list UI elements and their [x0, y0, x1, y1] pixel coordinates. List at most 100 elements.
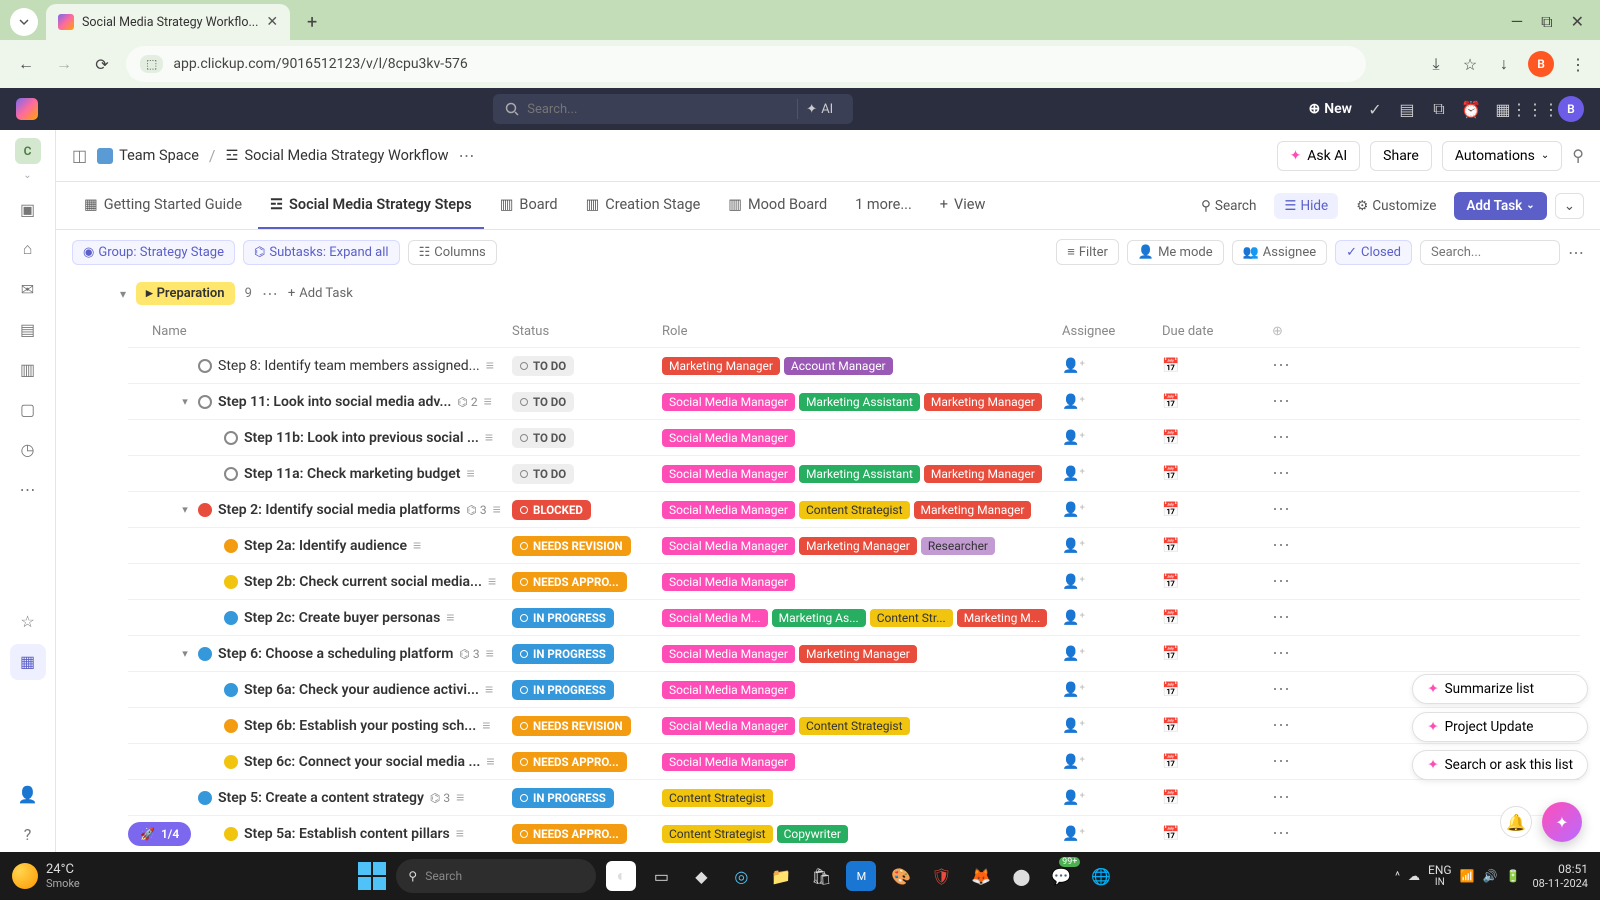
app-icon[interactable]: M [846, 861, 876, 891]
status-pill[interactable]: IN PROGRESS [512, 680, 614, 700]
apps-icon[interactable]: ⋮⋮⋮ [1526, 100, 1544, 118]
role-tag[interactable]: Social Media Manager [662, 537, 795, 555]
checkmark-icon[interactable]: ✓ [1366, 100, 1384, 118]
row-handle-icon[interactable]: ≡ [493, 501, 501, 518]
col-role[interactable]: Role [662, 324, 1062, 339]
due-date-icon[interactable]: 📅 [1162, 358, 1179, 374]
status-pill[interactable]: NEEDS REVISION [512, 716, 631, 736]
breadcrumb-space[interactable]: Team Space [97, 147, 199, 164]
assignee-add-icon[interactable]: 👤⁺ [1062, 682, 1085, 698]
share-button[interactable]: Share [1370, 141, 1432, 171]
add-task-button[interactable]: Add Task ⌄ [1454, 192, 1546, 220]
status-pill[interactable]: TO DO [512, 392, 574, 412]
task-row[interactable]: ▾Step 11: Look into social media adv...⌬… [128, 383, 1580, 419]
onboarding-progress[interactable]: 🚀 1/4 [128, 822, 191, 846]
view-options-icon[interactable]: ⌄ [1555, 193, 1584, 219]
browser-menu-icon[interactable]: ⋮ [1568, 54, 1588, 74]
role-tag[interactable]: Content Strategist [799, 501, 910, 519]
due-date-icon[interactable]: 📅 [1162, 790, 1179, 806]
ask-ai-button[interactable]: ✦Ask AI [1277, 141, 1361, 171]
role-tag[interactable]: Marketing As... [772, 609, 866, 627]
more-icon[interactable]: ⋯ [10, 471, 46, 507]
filter-search-input[interactable] [1420, 240, 1560, 265]
assignee-add-icon[interactable]: 👤⁺ [1062, 646, 1085, 662]
row-menu-icon[interactable]: ⋯ [1272, 427, 1290, 448]
tab-list-dropdown[interactable] [10, 8, 38, 36]
row-handle-icon[interactable]: ≡ [467, 465, 475, 482]
explorer-icon[interactable]: 📁 [766, 861, 796, 891]
assignee-add-icon[interactable]: 👤⁺ [1062, 826, 1085, 842]
customize-button[interactable]: ⚙ Customize [1346, 193, 1446, 219]
browser-tab[interactable]: Social Media Strategy Workflo... ✕ [46, 4, 290, 40]
status-pill[interactable]: BLOCKED [512, 500, 591, 520]
due-date-icon[interactable]: 📅 [1162, 394, 1179, 410]
quick-create-fab[interactable]: ✦ [1542, 802, 1582, 842]
view-menu-icon[interactable]: ⋯ [1568, 243, 1584, 262]
firefox-icon[interactable]: 🦊 [966, 861, 996, 891]
due-date-icon[interactable]: 📅 [1162, 826, 1179, 842]
chrome-icon[interactable]: ⬤ [1006, 861, 1036, 891]
workspace-switcher[interactable]: C [15, 138, 41, 164]
task-row[interactable]: ▾Step 6: Choose a scheduling platform⌬ 3… [128, 635, 1580, 671]
status-dot-icon[interactable] [198, 503, 212, 517]
row-menu-icon[interactable]: ⋯ [1272, 607, 1290, 628]
task-title[interactable]: Step 2c: Create buyer personas [244, 610, 440, 626]
task-row[interactable]: ▾Step 2a: Identify audience≡NEEDS REVISI… [128, 527, 1580, 563]
panel-toggle-icon[interactable]: ◫ [72, 146, 87, 165]
close-window-button[interactable]: ✕ [1571, 12, 1584, 32]
clips-icon[interactable]: ▢ [10, 391, 46, 427]
role-tag[interactable]: Social Media Manager [662, 393, 795, 411]
col-due[interactable]: Due date [1162, 324, 1272, 339]
role-tag[interactable]: Social Media Manager [662, 681, 795, 699]
group-status-badge[interactable]: ▸Preparation [136, 282, 235, 305]
closed-filter[interactable]: ✓ Closed [1335, 240, 1412, 265]
project-update-button[interactable]: ✦Project Update [1412, 712, 1588, 742]
due-date-icon[interactable]: 📅 [1162, 646, 1179, 662]
due-date-icon[interactable]: 📅 [1162, 466, 1179, 482]
hide-button[interactable]: ☰ Hide [1274, 193, 1338, 219]
assignee-add-icon[interactable]: 👤⁺ [1062, 466, 1085, 482]
task-title[interactable]: Step 11b: Look into previous social ... [244, 430, 479, 446]
clickup-logo-icon[interactable] [16, 98, 38, 120]
task-title[interactable]: Step 6a: Check your audience activi... [244, 682, 479, 698]
status-dot-icon[interactable] [198, 395, 212, 409]
assignee-add-icon[interactable]: 👤⁺ [1062, 502, 1085, 518]
bookmark-icon[interactable]: ☆ [1460, 54, 1480, 74]
record-icon[interactable]: ⧉ [1430, 100, 1448, 118]
assignee-add-icon[interactable]: 👤⁺ [1062, 610, 1085, 626]
role-tag[interactable]: Content Strategist [799, 717, 910, 735]
spaces-icon[interactable]: ▦ [10, 644, 46, 680]
automations-button[interactable]: Automations ⌄ [1442, 141, 1562, 171]
help-icon[interactable]: ? [10, 816, 46, 852]
row-handle-icon[interactable]: ≡ [486, 645, 494, 662]
home-icon[interactable]: ⌂ [10, 231, 46, 267]
task-row[interactable]: ▾Step 11a: Check marketing budget≡TO DOS… [128, 455, 1580, 491]
assignee-add-icon[interactable]: 👤⁺ [1062, 358, 1085, 374]
forward-button[interactable]: → [50, 50, 78, 78]
status-dot-icon[interactable] [224, 683, 238, 697]
subtask-count[interactable]: ⌬ 3 [459, 647, 479, 661]
invite-icon[interactable]: 👤 [10, 776, 46, 812]
dashboards-icon[interactable]: ▥ [10, 351, 46, 387]
browser-profile-avatar[interactable]: B [1528, 51, 1554, 77]
status-dot-icon[interactable] [224, 719, 238, 733]
status-dot-icon[interactable] [224, 539, 238, 553]
col-assignee[interactable]: Assignee [1062, 324, 1162, 339]
notepad-icon[interactable]: ▤ [1398, 100, 1416, 118]
task-view-icon[interactable]: ▭ [646, 861, 676, 891]
status-dot-icon[interactable] [198, 647, 212, 661]
docs-icon[interactable]: ▤ [10, 311, 46, 347]
task-row[interactable]: ▾Step 6a: Check your audience activi...≡… [128, 671, 1580, 707]
group-add-task[interactable]: + Add Task [288, 286, 353, 301]
view-tab-getting-started[interactable]: ▦Getting Started Guide [72, 182, 254, 229]
col-status[interactable]: Status [512, 324, 662, 339]
role-tag[interactable]: Social Media Manager [662, 645, 795, 663]
new-tab-button[interactable]: + [298, 8, 326, 36]
add-view-button[interactable]: + View [928, 182, 998, 229]
task-row[interactable]: ▾Step 11b: Look into previous social ...… [128, 419, 1580, 455]
expand-toggle[interactable]: ▾ [178, 503, 192, 516]
ai-search-toggle[interactable]: ✦ AI [797, 99, 841, 119]
subtasks-chip[interactable]: ⌬ Subtasks: Expand all [243, 240, 400, 265]
task-title[interactable]: Step 11a: Check marketing budget [244, 466, 461, 482]
assignee-add-icon[interactable]: 👤⁺ [1062, 754, 1085, 770]
